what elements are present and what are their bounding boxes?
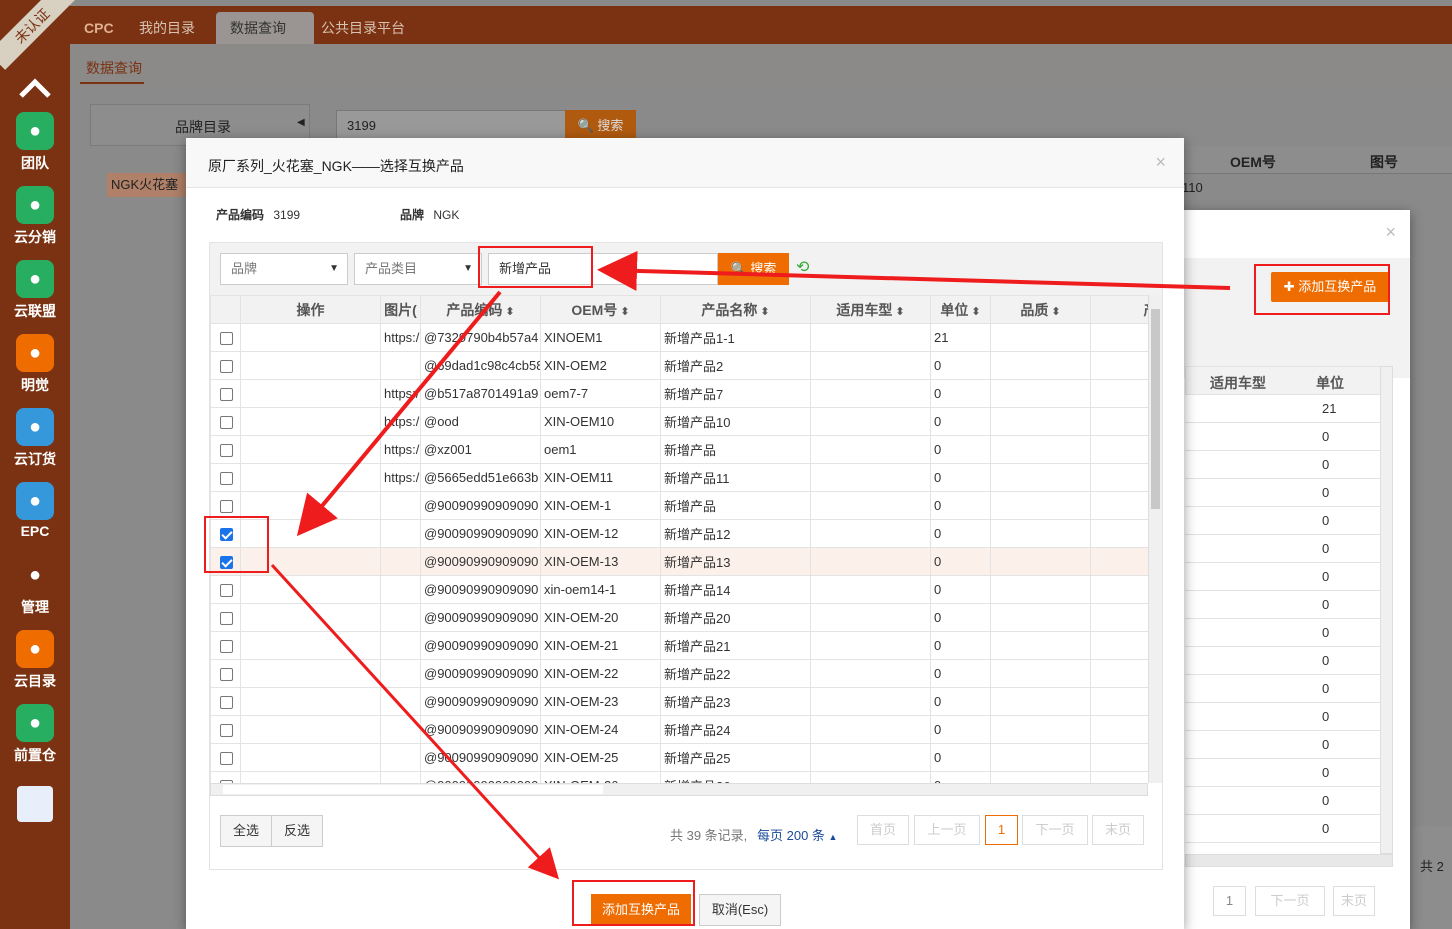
arrow-to-confirm (270, 563, 560, 880)
arrow-to-checkboxes (296, 290, 502, 537)
arrow-to-keyword (597, 250, 1231, 291)
annotation-arrows (270, 250, 1231, 880)
